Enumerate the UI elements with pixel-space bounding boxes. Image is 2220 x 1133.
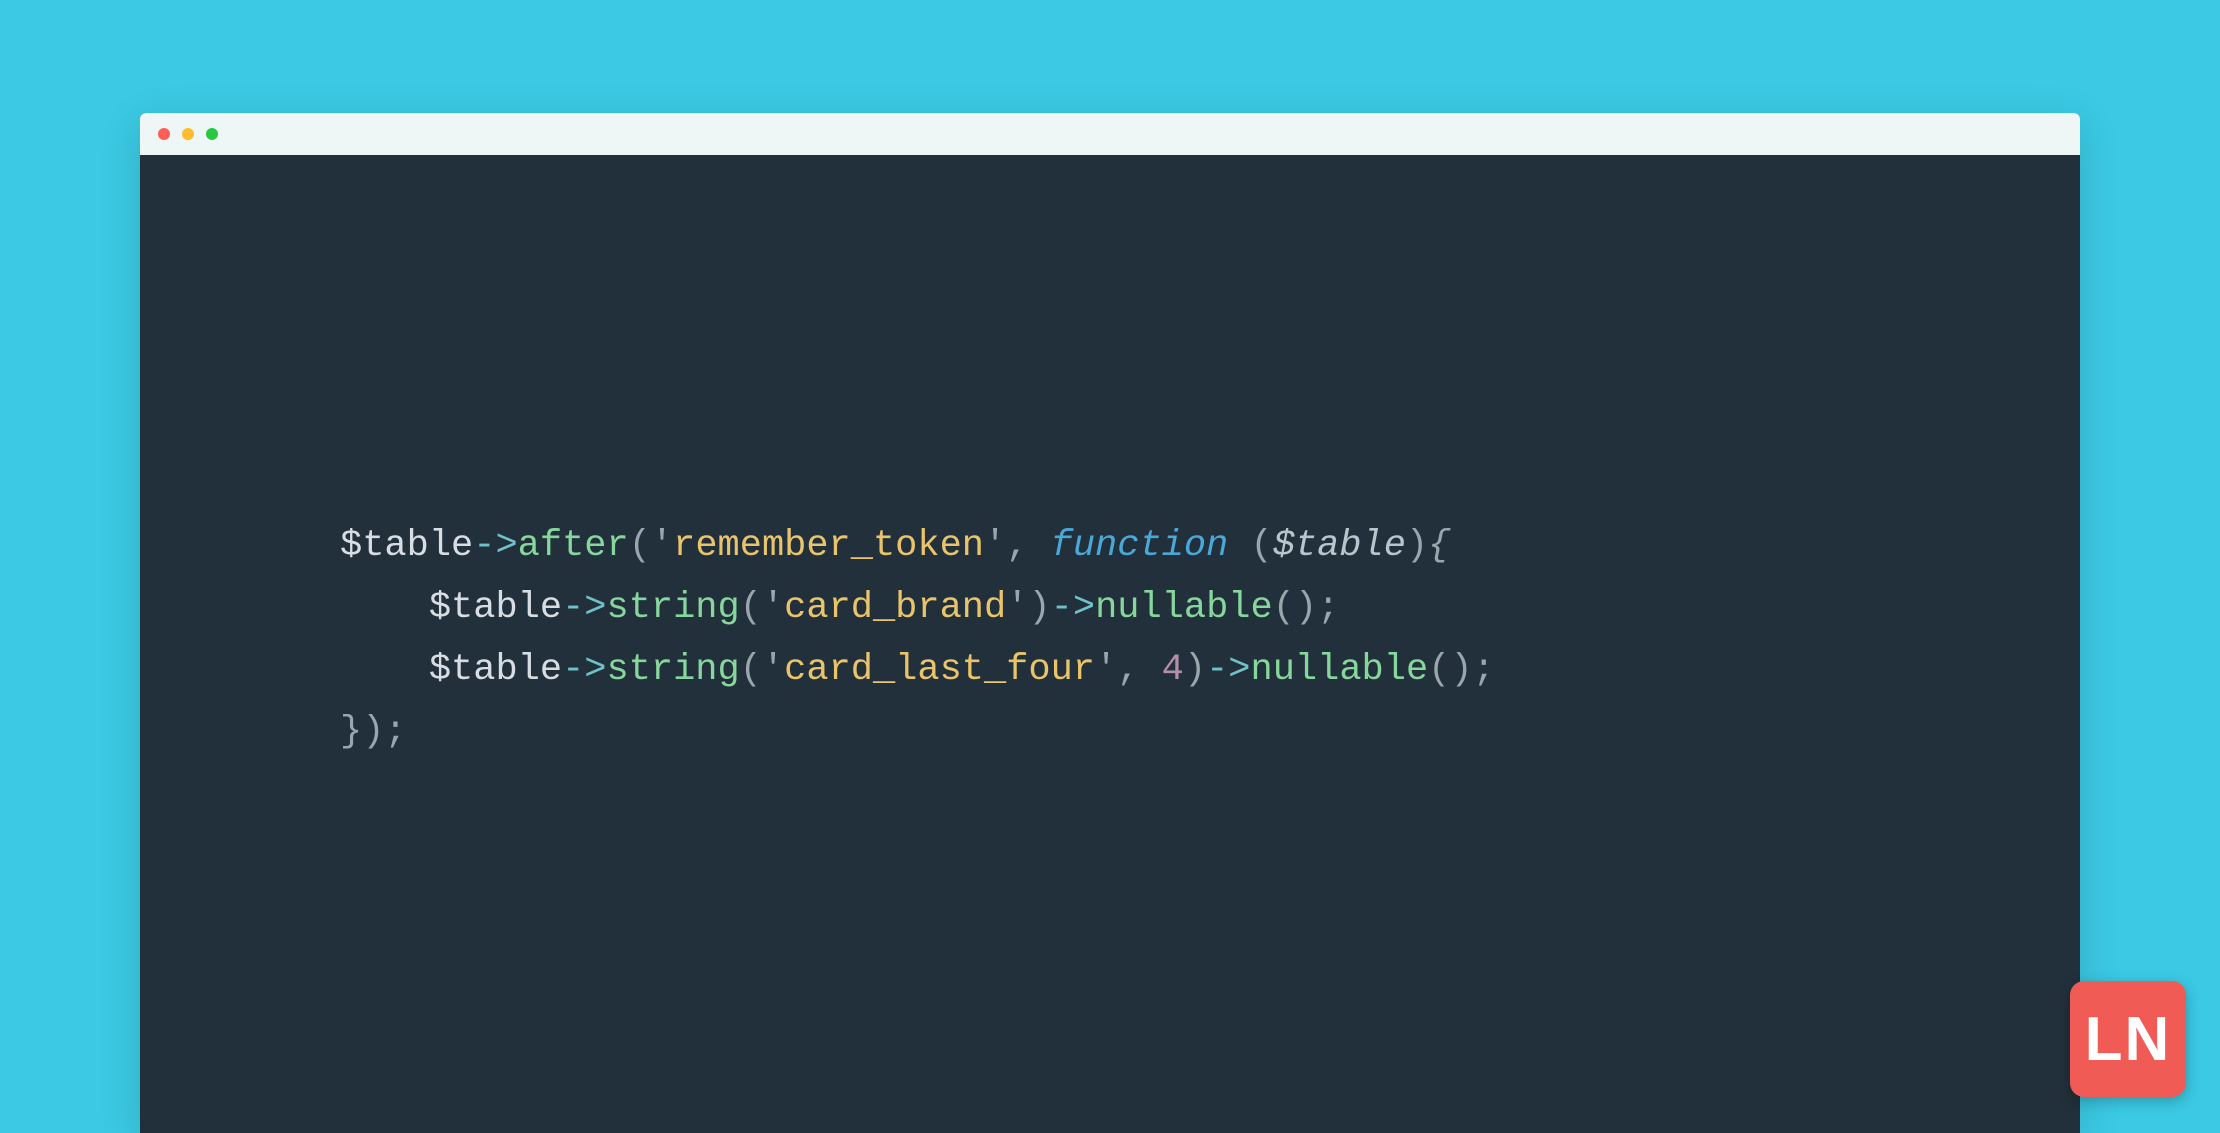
- code-window: $table->after('remember_token', function…: [140, 113, 2080, 1133]
- code-line-4: });: [340, 711, 407, 753]
- code-line-3: $table->string('card_last_four', 4)->nul…: [340, 649, 1495, 691]
- code-editor: $table->after('remember_token', function…: [140, 155, 2080, 764]
- close-icon[interactable]: [158, 128, 170, 140]
- maximize-icon[interactable]: [206, 128, 218, 140]
- brand-logo-text: LN: [2085, 1004, 2172, 1075]
- minimize-icon[interactable]: [182, 128, 194, 140]
- window-titlebar: [140, 113, 2080, 155]
- brand-logo: LN: [2070, 981, 2186, 1097]
- code-line-2: $table->string('card_brand')->nullable()…: [340, 587, 1339, 629]
- code-line-1: $table->after('remember_token', function…: [340, 525, 1450, 567]
